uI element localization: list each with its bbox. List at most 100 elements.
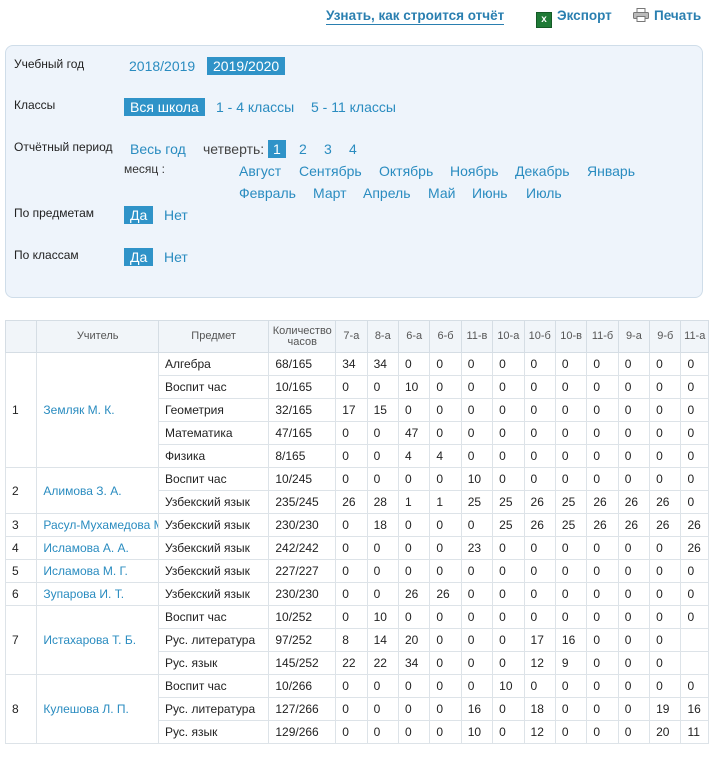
hours-cell: 235/245 xyxy=(268,490,337,514)
class-hours-cell: 10 xyxy=(492,674,525,698)
classes-option-whole-school[interactable]: Вся школа xyxy=(124,98,205,116)
export-button[interactable]: x Экспорт xyxy=(536,8,612,28)
year-option-2019-2020[interactable]: 2019/2020 xyxy=(207,57,286,75)
class-hours-cell: 0 xyxy=(366,559,399,583)
class-hours-cell: 0 xyxy=(492,651,525,675)
class-hours-cell: 0 xyxy=(586,352,619,376)
class-hours-cell: 0 xyxy=(649,421,682,445)
column-header: Учитель xyxy=(36,320,159,353)
classes-option-1-4[interactable]: 1 - 4 классы xyxy=(216,99,294,115)
class-hours-cell: 0 xyxy=(680,582,709,606)
class-hours-cell: 0 xyxy=(366,697,399,721)
class-hours-cell: 0 xyxy=(523,536,556,560)
class-hours-cell: 0 xyxy=(554,559,588,583)
hours-cell: 230/230 xyxy=(268,513,337,537)
class-hours-cell: 0 xyxy=(617,444,651,468)
class-hours-cell: 0 xyxy=(335,467,368,491)
month-july[interactable]: Июль xyxy=(526,185,562,201)
period-whole-year[interactable]: Весь год xyxy=(130,141,186,157)
class-hours-cell: 19 xyxy=(649,697,682,721)
quarter-3[interactable]: 3 xyxy=(324,141,332,157)
class-hours-cell: 0 xyxy=(335,582,368,606)
by-subject-no[interactable]: Нет xyxy=(164,207,188,223)
year-option-2018-2019[interactable]: 2018/2019 xyxy=(129,58,195,74)
month-march[interactable]: Март xyxy=(313,185,347,201)
class-hours-cell: 0 xyxy=(680,375,709,399)
class-hours-cell: 0 xyxy=(397,674,431,698)
month-january[interactable]: Январь xyxy=(587,163,635,179)
month-april[interactable]: Апрель xyxy=(363,185,411,201)
teacher-name-link[interactable]: Исламова А. А. xyxy=(36,536,159,560)
class-hours-cell: 0 xyxy=(429,421,462,445)
teacher-name-link[interactable]: Земляк М. К. xyxy=(36,352,159,468)
class-hours-cell xyxy=(680,628,709,652)
class-hours-cell: 0 xyxy=(523,398,556,422)
classes-option-5-11[interactable]: 5 - 11 классы xyxy=(311,99,396,115)
column-header: 10-б xyxy=(523,320,556,353)
by-class-label: По классам xyxy=(14,248,79,262)
month-october[interactable]: Октябрь xyxy=(379,163,433,179)
by-class-no[interactable]: Нет xyxy=(164,249,188,265)
class-hours-cell: 0 xyxy=(460,559,494,583)
class-hours-cell: 14 xyxy=(366,628,399,652)
class-hours-cell: 0 xyxy=(649,375,682,399)
quarter-4[interactable]: 4 xyxy=(349,141,357,157)
class-hours-cell: 0 xyxy=(649,582,682,606)
class-hours-cell: 34 xyxy=(366,352,399,376)
row-number: 5 xyxy=(4,559,38,583)
class-hours-cell: 0 xyxy=(460,444,494,468)
teacher-name-link[interactable]: Алимова З. А. xyxy=(36,467,159,514)
class-hours-cell: 0 xyxy=(460,628,494,652)
class-hours-cell: 26 xyxy=(586,490,619,514)
teacher-name-link[interactable]: Истахарова Т. Б. xyxy=(36,605,159,675)
class-hours-cell: 9 xyxy=(554,651,588,675)
class-hours-cell: 0 xyxy=(586,467,619,491)
class-hours-cell: 22 xyxy=(335,651,368,675)
month-november[interactable]: Ноябрь xyxy=(450,163,499,179)
class-hours-cell: 26 xyxy=(617,513,651,537)
by-class-yes[interactable]: Да xyxy=(124,248,154,266)
how-report-built-link[interactable]: Узнать, как строится отчёт xyxy=(326,8,505,25)
column-header: 10-а xyxy=(492,320,525,353)
hours-cell: 127/266 xyxy=(268,697,337,721)
class-hours-cell: 0 xyxy=(586,582,619,606)
month-september[interactable]: Сентябрь xyxy=(299,163,362,179)
class-hours-cell: 0 xyxy=(680,444,709,468)
printer-icon xyxy=(633,8,649,22)
class-hours-cell: 34 xyxy=(397,651,431,675)
print-button[interactable]: Печать xyxy=(633,8,701,23)
class-hours-cell: 0 xyxy=(523,467,556,491)
class-hours-cell: 0 xyxy=(460,651,494,675)
teacher-name-link[interactable]: Расул-Мухамедова М. П. xyxy=(36,513,159,537)
month-may[interactable]: Май xyxy=(428,185,455,201)
class-hours-cell: 0 xyxy=(680,605,709,629)
class-hours-cell: 0 xyxy=(680,674,709,698)
month-february[interactable]: Февраль xyxy=(239,185,296,201)
teacher-name-link[interactable]: Исламова М. Г. xyxy=(36,559,159,583)
column-header: Количество часов xyxy=(268,320,337,353)
class-hours-cell: 0 xyxy=(366,467,399,491)
by-subject-yes[interactable]: Да xyxy=(124,206,154,224)
column-header: 7-а xyxy=(335,320,368,353)
month-august[interactable]: Август xyxy=(239,163,281,179)
subject-cell: Рус. язык xyxy=(157,651,270,675)
hours-cell: 129/266 xyxy=(268,720,337,744)
class-hours-cell: 0 xyxy=(429,559,462,583)
month-december[interactable]: Декабрь xyxy=(515,163,570,179)
class-hours-cell: 0 xyxy=(366,674,399,698)
class-hours-cell: 0 xyxy=(429,628,462,652)
column-header: 10-в xyxy=(554,320,588,353)
quarter-2[interactable]: 2 xyxy=(299,141,307,157)
class-hours-cell: 26 xyxy=(680,536,709,560)
hours-cell: 10/165 xyxy=(268,375,337,399)
column-header xyxy=(4,320,38,353)
quarter-1[interactable]: 1 xyxy=(268,140,286,158)
subject-cell: Воспит час xyxy=(157,674,270,698)
class-hours-cell: 0 xyxy=(429,398,462,422)
class-hours-cell: 0 xyxy=(680,467,709,491)
class-hours-cell: 16 xyxy=(460,697,494,721)
class-hours-cell: 26 xyxy=(429,582,462,606)
month-june[interactable]: Июнь xyxy=(472,185,508,201)
teacher-name-link[interactable]: Зупарова И. Т. xyxy=(36,582,159,606)
teacher-name-link[interactable]: Кулешова Л. П. xyxy=(36,674,159,744)
